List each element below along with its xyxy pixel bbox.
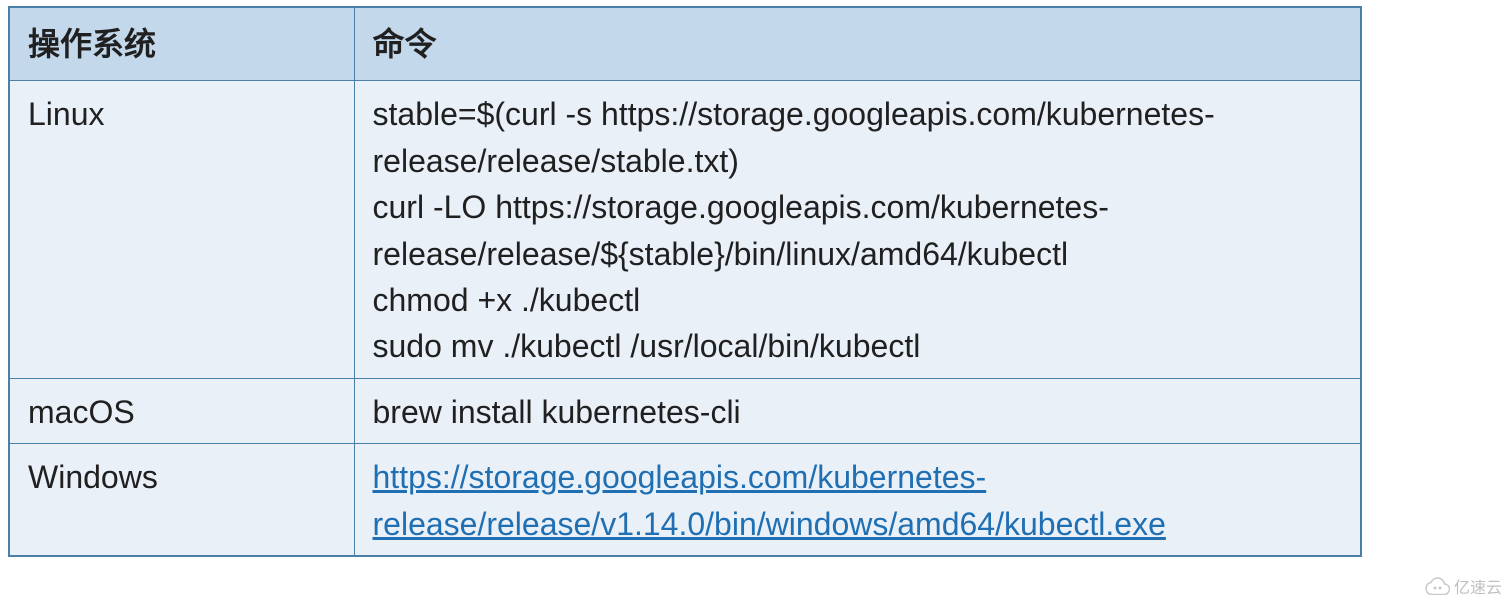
header-cmd: 命令	[354, 7, 1361, 81]
watermark: 亿速云	[1424, 574, 1502, 598]
table-row: Linux stable=$(curl -s https://storage.g…	[9, 81, 1361, 378]
cmd-line: curl -LO https://storage.googleapis.com/…	[373, 184, 1343, 277]
cmd-cell-linux: stable=$(curl -s https://storage.googlea…	[354, 81, 1361, 378]
cmd-line: brew install kubernetes-cli	[373, 389, 1343, 435]
table-row: macOS brew install kubernetes-cli	[9, 378, 1361, 443]
cmd-cell-macos: brew install kubernetes-cli	[354, 378, 1361, 443]
os-cell-linux: Linux	[9, 81, 354, 378]
os-cell-macos: macOS	[9, 378, 354, 443]
cloud-icon	[1424, 577, 1450, 595]
cmd-line: stable=$(curl -s https://storage.googlea…	[373, 91, 1343, 184]
cmd-line: sudo mv ./kubectl /usr/local/bin/kubectl	[373, 323, 1343, 369]
table-row: Windows https://storage.googleapis.com/k…	[9, 444, 1361, 556]
kubectl-download-link[interactable]: https://storage.googleapis.com/kubernete…	[373, 459, 1166, 541]
cmd-cell-windows: https://storage.googleapis.com/kubernete…	[354, 444, 1361, 556]
os-cell-windows: Windows	[9, 444, 354, 556]
table-header-row: 操作系统 命令	[9, 7, 1361, 81]
kubectl-install-table: 操作系统 命令 Linux stable=$(curl -s https://s…	[8, 6, 1362, 557]
watermark-text: 亿速云	[1454, 574, 1502, 598]
header-os: 操作系统	[9, 7, 354, 81]
cmd-line: chmod +x ./kubectl	[373, 277, 1343, 323]
